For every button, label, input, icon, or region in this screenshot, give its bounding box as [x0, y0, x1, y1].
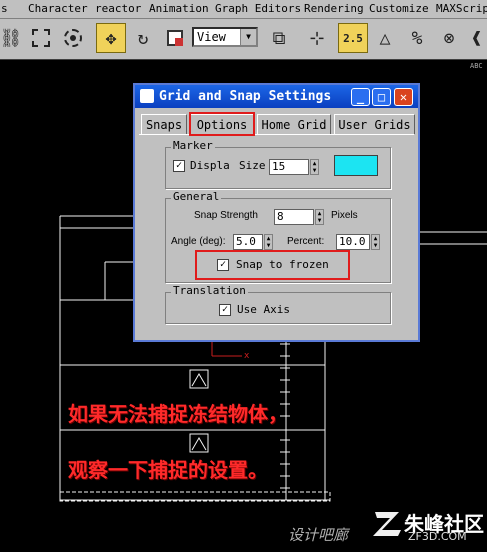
- annotation-line-2: 观察一下捕捉的设置。: [68, 458, 268, 482]
- close-icon[interactable]: ✕: [394, 88, 413, 106]
- tab-divider: [139, 134, 414, 135]
- translation-group-label: Translation: [171, 284, 248, 297]
- percent-field[interactable]: 10.0: [336, 234, 370, 250]
- display-checkbox[interactable]: ✓: [173, 160, 185, 172]
- dialog-titlebar[interactable]: Grid and Snap Settings _ □ ✕: [135, 85, 418, 108]
- marker-group-label: Marker: [171, 139, 215, 152]
- display-label: Displa: [190, 159, 230, 172]
- minimize-icon[interactable]: _: [351, 88, 370, 106]
- tab-home-grid[interactable]: Home Grid: [257, 114, 331, 134]
- percent-spinner[interactable]: ▲ ▼: [371, 234, 380, 250]
- maximize-icon[interactable]: □: [372, 88, 391, 106]
- window-mark: [191, 437, 207, 451]
- snap-strength-field[interactable]: 8: [274, 209, 314, 225]
- zf3d-logo-icon: [373, 512, 401, 536]
- use-axis-label[interactable]: Use Axis: [237, 303, 290, 316]
- axis-gizmo-label: x: [244, 351, 250, 361]
- size-field[interactable]: 15: [269, 159, 309, 175]
- angle-label: Angle (deg):: [171, 236, 226, 247]
- size-label: Size: [239, 159, 266, 172]
- app-icon: [140, 89, 154, 103]
- snap-strength-label: Snap Strength: [194, 210, 258, 221]
- dialog-title: Grid and Snap Settings: [159, 89, 332, 104]
- grid-snap-dialog: Grid and Snap Settings _ □ ✕ Snaps Optio…: [133, 83, 420, 342]
- use-axis-checkbox[interactable]: ✓: [219, 304, 231, 316]
- highlight-options-tab: [189, 112, 255, 136]
- snap-strength-spinner[interactable]: ▲ ▼: [315, 209, 324, 225]
- watermark-site: 设计吧廊: [288, 526, 349, 544]
- angle-spinner[interactable]: ▲ ▼: [264, 234, 273, 250]
- percent-label: Percent:: [287, 236, 325, 247]
- tab-user-grids[interactable]: User Grids: [334, 114, 415, 134]
- brand-url: ZF3D.COM: [408, 530, 467, 543]
- pixels-label: Pixels: [331, 210, 358, 221]
- size-spinner[interactable]: ▲ ▼: [310, 159, 319, 175]
- window-mark: [191, 373, 207, 387]
- general-group-label: General: [171, 190, 222, 203]
- angle-field[interactable]: 5.0: [233, 234, 263, 250]
- annotation-line-1: 如果无法捕捉冻结物体，: [68, 402, 288, 426]
- highlight-snap-to-frozen: [195, 250, 350, 280]
- tab-snaps[interactable]: Snaps: [141, 114, 187, 134]
- marker-color-swatch[interactable]: [334, 155, 378, 176]
